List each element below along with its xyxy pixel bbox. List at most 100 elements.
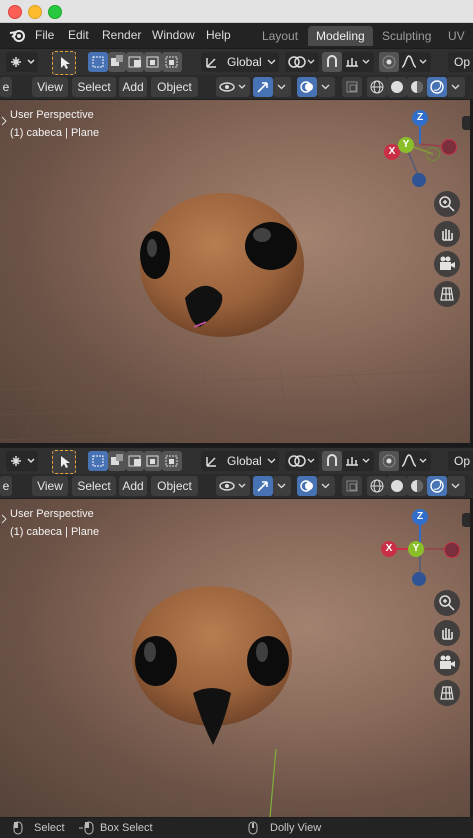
gizmo-dropdown[interactable] [273, 77, 291, 97]
gizmo-toggle-icon[interactable] [253, 77, 273, 97]
gizmo-neg-z-axis[interactable] [412, 173, 426, 187]
shading-solid-icon[interactable] [387, 77, 407, 97]
editor-type-dropdown[interactable] [6, 52, 38, 72]
shading-wireframe-icon[interactable] [367, 77, 387, 97]
mode-extend-icon[interactable] [108, 52, 126, 72]
shading-dropdown[interactable] [447, 77, 465, 97]
zoom-window-button[interactable] [48, 5, 62, 19]
tab-sculpting[interactable]: Sculpting [374, 26, 439, 46]
object-menu[interactable]: Object [151, 77, 198, 97]
bird-head-model-bottom[interactable] [125, 581, 300, 751]
pivot-point-dropdown-bottom[interactable] [285, 451, 319, 471]
mode-invert-icon-bottom[interactable] [144, 451, 162, 471]
proportional-falloff-dropdown[interactable] [399, 52, 431, 72]
shading-rendered-icon[interactable] [427, 77, 447, 97]
tab-layout[interactable]: Layout [254, 26, 306, 46]
toolbar-toggle-arrow-icon[interactable] [0, 114, 8, 128]
pivot-point-dropdown[interactable] [285, 52, 319, 72]
shading-dropdown-bottom[interactable] [447, 476, 465, 496]
editor-type-dropdown-bottom[interactable] [6, 451, 38, 471]
viewport-top[interactable]: User Perspective (1) cabeca | Plane Z X … [0, 100, 470, 443]
options-dropdown[interactable]: Op [448, 52, 473, 72]
viewport-bottom[interactable]: User Perspective (1) cabeca | Plane Z X … [0, 499, 470, 817]
mode-dropdown-partial[interactable]: e [0, 77, 12, 97]
minimize-window-button[interactable] [28, 5, 42, 19]
mode-dropdown-partial-bottom[interactable]: e [0, 476, 12, 496]
orthographic-toggle-icon-bottom[interactable] [434, 680, 460, 706]
sidebar-toggle-tab-bottom[interactable] [462, 513, 470, 527]
gizmo-z-axis-bottom[interactable]: Z [412, 509, 428, 525]
gizmo-dropdown-bottom[interactable] [273, 476, 291, 496]
snap-target-dropdown[interactable] [342, 52, 374, 72]
shading-material-icon-bottom[interactable] [407, 476, 427, 496]
mode-extend-icon-bottom[interactable] [108, 451, 126, 471]
menu-edit[interactable]: Edit [68, 28, 89, 42]
menu-file[interactable]: File [35, 28, 54, 42]
menu-help[interactable]: Help [206, 28, 231, 42]
pan-hand-icon[interactable] [434, 221, 460, 247]
overlays-dropdown-bottom[interactable] [317, 476, 335, 496]
menu-render[interactable]: Render [102, 28, 141, 42]
orthographic-toggle-icon[interactable] [434, 281, 460, 307]
transform-orientation-dropdown[interactable]: Global [201, 52, 279, 72]
snap-toggle-icon[interactable] [322, 52, 342, 72]
shading-wireframe-icon-bottom[interactable] [367, 476, 387, 496]
visibility-dropdown-bottom[interactable] [216, 476, 250, 496]
select-menu[interactable]: Select [72, 77, 116, 97]
overlays-toggle-icon[interactable] [297, 77, 317, 97]
transform-orientation-dropdown-bottom[interactable]: Global [201, 451, 279, 471]
overlays-toggle-icon-bottom[interactable] [297, 476, 317, 496]
gizmo-neg-y-axis[interactable] [426, 147, 440, 161]
close-window-button[interactable] [8, 5, 22, 19]
mode-invert-icon[interactable] [144, 52, 162, 72]
toolbar-toggle-arrow-icon-bottom[interactable] [0, 512, 8, 526]
xray-toggle-icon[interactable] [342, 77, 362, 97]
tab-modeling[interactable]: Modeling [308, 26, 373, 46]
snap-toggle-icon-bottom[interactable] [322, 451, 342, 471]
snap-target-dropdown-bottom[interactable] [342, 451, 374, 471]
proportional-falloff-dropdown-bottom[interactable] [399, 451, 431, 471]
mode-set-new-icon-bottom[interactable] [88, 451, 108, 471]
options-dropdown-bottom[interactable]: Op [448, 451, 473, 471]
shading-material-icon[interactable] [407, 77, 427, 97]
object-menu-bottom[interactable]: Object [151, 476, 198, 496]
select-tool-button[interactable] [52, 51, 76, 75]
select-tool-button-bottom[interactable] [52, 450, 76, 474]
bird-head-model[interactable] [130, 185, 320, 345]
sidebar-toggle-tab[interactable] [462, 116, 470, 130]
overlays-dropdown[interactable] [317, 77, 335, 97]
proportional-editing-icon[interactable] [379, 52, 399, 72]
mode-intersect-icon-bottom[interactable] [162, 451, 182, 471]
mode-subtract-icon[interactable] [126, 52, 144, 72]
area-divider[interactable] [0, 443, 473, 447]
shading-rendered-icon-bottom[interactable] [427, 476, 447, 496]
view-menu[interactable]: View [32, 77, 68, 97]
tab-uv-editing[interactable]: UV E [440, 26, 473, 63]
blender-logo-icon[interactable] [9, 27, 27, 43]
gizmo-y-axis-bottom[interactable]: Y [408, 541, 424, 557]
shading-solid-icon-bottom[interactable] [387, 476, 407, 496]
mode-subtract-icon-bottom[interactable] [126, 451, 144, 471]
add-menu[interactable]: Add [119, 77, 147, 97]
pan-hand-icon-bottom[interactable] [434, 620, 460, 646]
xray-toggle-icon-bottom[interactable] [342, 476, 362, 496]
gizmo-x-axis-bottom[interactable]: X [381, 541, 397, 557]
select-menu-bottom[interactable]: Select [72, 476, 116, 496]
visibility-dropdown[interactable] [216, 77, 250, 97]
zoom-icon-bottom[interactable] [434, 590, 460, 616]
gizmo-y-axis[interactable]: Y [398, 137, 414, 153]
gizmo-z-axis[interactable]: Z [412, 110, 428, 126]
gizmo-neg-x-axis-bottom[interactable] [444, 542, 460, 558]
camera-view-icon[interactable] [434, 251, 460, 277]
gizmo-toggle-icon-bottom[interactable] [253, 476, 273, 496]
proportional-editing-icon-bottom[interactable] [379, 451, 399, 471]
add-menu-bottom[interactable]: Add [119, 476, 147, 496]
zoom-icon[interactable] [434, 191, 460, 217]
mode-set-new-icon[interactable] [88, 52, 108, 72]
view-menu-bottom[interactable]: View [32, 476, 68, 496]
menu-window[interactable]: Window [152, 28, 195, 42]
gizmo-neg-x-axis[interactable] [441, 139, 457, 155]
camera-view-icon-bottom[interactable] [434, 650, 460, 676]
mode-intersect-icon[interactable] [162, 52, 182, 72]
gizmo-neg-z-axis-bottom[interactable] [412, 572, 426, 586]
